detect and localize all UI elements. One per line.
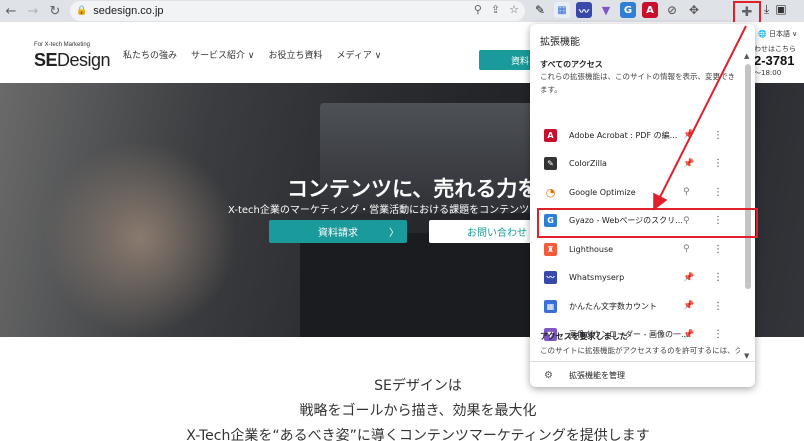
- logo-bold: SE: [34, 50, 58, 70]
- more-options-icon[interactable]: ⋮: [713, 158, 723, 169]
- popup-scrollbar[interactable]: ▲ ▼: [743, 52, 752, 360]
- extension-icon: ▦: [544, 299, 557, 313]
- url-text: sedesign.co.jp: [93, 5, 164, 17]
- extension-toolbar: ✎ ▦ 〰 ▼ G A ⊘ ✥: [532, 2, 702, 18]
- contact-button[interactable]: お問い合わせ: [429, 220, 533, 243]
- reload-icon[interactable]: ↻: [44, 0, 66, 22]
- extensions-puzzle-icon[interactable]: ✚: [733, 1, 761, 24]
- extension-row[interactable]: A Adobe Acrobat : PDF の編... 📌 ⋮: [530, 121, 740, 149]
- phone-number: 2-3781: [754, 53, 795, 68]
- extension-name: Whatsmyserp: [569, 273, 625, 282]
- pinned-icon[interactable]: 📌: [683, 301, 694, 311]
- unpinned-icon[interactable]: ⚲: [683, 187, 690, 197]
- more-options-icon[interactable]: ⋮: [713, 244, 723, 255]
- divider: [530, 361, 755, 362]
- hero-photo-person: [40, 143, 240, 333]
- download-icon[interactable]: ⤓: [764, 2, 769, 17]
- extension-name: Adobe Acrobat : PDF の編...: [569, 130, 678, 140]
- unpinned-icon[interactable]: ⚲: [683, 244, 690, 254]
- eyedropper-icon[interactable]: ✎: [532, 2, 548, 18]
- more-options-icon[interactable]: ⋮: [713, 187, 723, 198]
- extension-row[interactable]: ◔ Google Optimize ⚲ ⋮: [530, 178, 740, 206]
- whatsmyserp-icon[interactable]: 〰: [576, 2, 592, 18]
- extensions-popup: 拡張機能 すべてのアクセス これらの拡張機能は、このサイトの情報を表示、変更でき…: [530, 24, 755, 387]
- manage-extensions-item[interactable]: ⚙ 拡張機能を管理: [530, 363, 755, 387]
- acrobat-icon[interactable]: A: [642, 2, 658, 18]
- popup-title: 拡張機能: [540, 37, 580, 48]
- move-icon[interactable]: ✥: [686, 2, 702, 18]
- section-requested-access: アクセスを要求しました: [540, 332, 628, 341]
- scrollbar-thumb[interactable]: [745, 64, 751, 289]
- side-panel-icon[interactable]: ▣: [775, 2, 786, 17]
- share-icon[interactable]: ⇪: [491, 3, 500, 16]
- header-cta-button[interactable]: 資料: [479, 50, 533, 70]
- manage-extensions-label: 拡張機能を管理: [569, 370, 625, 380]
- extension-icon: A: [544, 128, 557, 142]
- more-options-icon[interactable]: ⋮: [713, 272, 723, 283]
- intro-line-3: X-Tech企業を“あるべき姿”に導くコンテンツマーケティングを提供します: [186, 428, 650, 441]
- site-logo[interactable]: SEDesign: [34, 50, 111, 71]
- lighthouse-highlight-box: [537, 208, 758, 238]
- pinned-icon[interactable]: 📌: [683, 159, 694, 169]
- bookmark-star-icon[interactable]: ☆: [509, 3, 519, 16]
- pinned-icon[interactable]: 📌: [683, 273, 694, 283]
- site-nav: 私たちの強み サービス紹介 ∨ お役立ち資料 メディア ∨: [123, 48, 381, 61]
- extension-name: Lighthouse: [569, 244, 614, 254]
- extension-icon: ◔: [544, 185, 557, 199]
- intro-line-2: 戦略をゴールから描き、効果を最大化: [299, 403, 537, 419]
- text-count-icon[interactable]: ▦: [554, 2, 570, 18]
- chevron-right-icon: 〉: [389, 228, 399, 239]
- more-options-icon[interactable]: ⋮: [713, 130, 723, 141]
- extension-name: Google Optimize: [569, 187, 636, 197]
- hero-subtitle: X-tech企業のマーケティング・営業活動における課題をコンテンツ: [228, 205, 530, 216]
- more-options-icon[interactable]: ⋮: [713, 301, 723, 312]
- omnibox-actions: ⚲ ⇪ ☆: [474, 3, 519, 16]
- nav-services[interactable]: サービス紹介 ∨: [191, 48, 254, 61]
- forward-icon[interactable]: →: [22, 0, 44, 22]
- logo-thin: Design: [57, 50, 111, 70]
- extension-name: ColorZilla: [569, 159, 607, 168]
- address-bar[interactable]: 🔒 sedesign.co.jp ⚲ ⇪ ☆: [70, 1, 525, 21]
- extension-row[interactable]: ♜ Lighthouse ⚲ ⋮: [530, 235, 740, 263]
- nav-media[interactable]: メディア ∨: [336, 48, 381, 61]
- request-document-button[interactable]: 資料請求 〉: [269, 220, 407, 243]
- back-icon[interactable]: ←: [0, 0, 22, 22]
- extension-row[interactable]: 〰 Whatsmyserp 📌 ⋮: [530, 264, 740, 292]
- extension-icon: ✎: [544, 157, 557, 170]
- extension-icon: 〰: [544, 271, 557, 284]
- pinned-icon[interactable]: 📌: [683, 130, 694, 140]
- nav-resources[interactable]: お役立ち資料: [268, 48, 322, 61]
- image-downloader-icon[interactable]: ▼: [598, 2, 614, 18]
- lock-icon: 🔒: [76, 6, 88, 16]
- full-access-description: これらの拡張機能は、このサイトの情報を表示、変更でき ます。: [540, 72, 735, 94]
- hero-title: コンテンツに、売れる力を: [287, 177, 539, 201]
- zoom-icon[interactable]: ⚲: [474, 3, 482, 16]
- scroll-down-icon[interactable]: ▼: [744, 352, 749, 360]
- extension-name: かんたん文字数カウント: [569, 301, 657, 311]
- language-selector[interactable]: 🌐 日本語 ∨: [758, 29, 797, 39]
- extension-row[interactable]: ✎ ColorZilla 📌 ⋮: [530, 150, 740, 178]
- section-full-access: すべてのアクセス: [540, 60, 603, 69]
- compass-icon[interactable]: ⊘: [664, 2, 680, 18]
- request-document-label: 資料請求: [318, 228, 358, 239]
- business-hours: ～18:00: [754, 69, 782, 77]
- nav-strengths[interactable]: 私たちの強み: [123, 48, 177, 61]
- extension-icon: ♜: [544, 242, 557, 256]
- more-options-icon[interactable]: ⋮: [713, 329, 723, 340]
- screen: ← → ↻ 🔒 sedesign.co.jp ⚲ ⇪ ☆ ✎ ▦ 〰 ▼ G A…: [0, 0, 804, 441]
- gyazo-icon[interactable]: G: [620, 2, 636, 18]
- gear-icon: ⚙: [544, 369, 553, 381]
- hero-photo-laptop: [300, 233, 560, 337]
- pinned-icon[interactable]: 📌: [683, 330, 694, 340]
- logo-tagline: For X-tech Marketing: [34, 42, 91, 48]
- requested-access-description: このサイトに拡張機能がアクセスするのを許可するには、ク: [540, 346, 740, 355]
- toolbar-right: ⤓ ▣: [764, 2, 787, 17]
- scroll-up-icon[interactable]: ▲: [744, 52, 749, 60]
- extension-row[interactable]: ▦ かんたん文字数カウント 📌 ⋮: [530, 292, 740, 320]
